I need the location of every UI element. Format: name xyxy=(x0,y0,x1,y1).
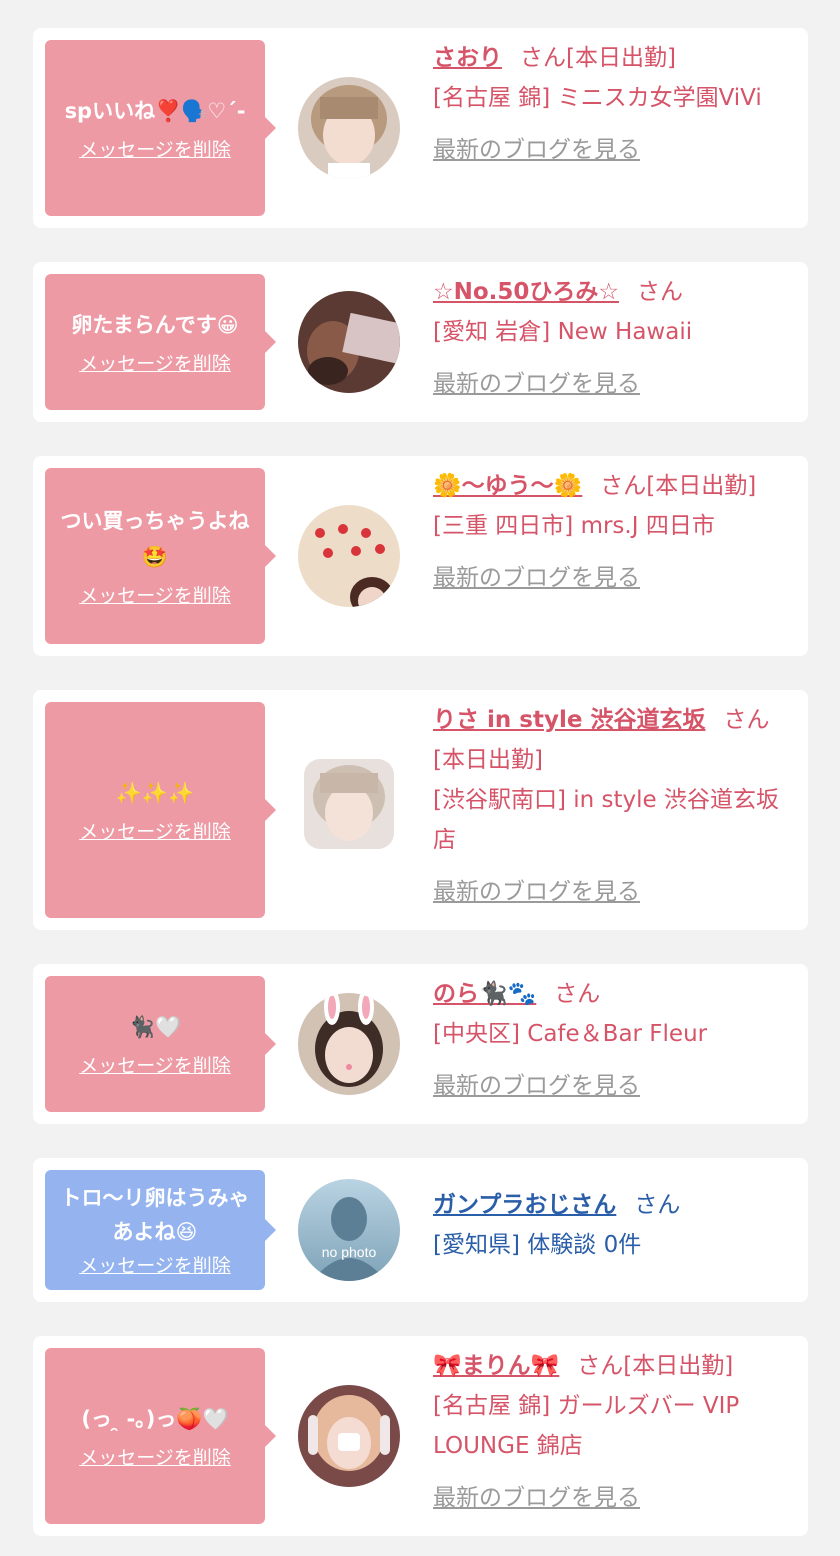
message-card: トロ〜リ卵はうみゃあよね😆 メッセージを削除 no photo ガンプラおじさん… xyxy=(33,1158,808,1302)
sender-name-link[interactable]: 🌼〜ゆう〜🌼 xyxy=(433,473,582,499)
shop-text: [名古屋 錦] ミニスカ女学園ViVi xyxy=(433,85,762,111)
blog-link[interactable]: 最新のブログを見る xyxy=(433,364,798,404)
delete-message-link[interactable]: メッセージを削除 xyxy=(79,583,231,609)
message-text: つい買っちゃうよね🤩 xyxy=(60,509,250,569)
sender-name-link[interactable]: さおり xyxy=(433,45,502,71)
message-text: (っ ̯ -｡)っ🍑🤍 xyxy=(81,1407,229,1431)
message-card: ✨✨✨ メッセージを削除 りさ in style 渋谷道玄坂 さん[本日出勤] [… xyxy=(33,690,808,930)
sender-suffix: さん xyxy=(634,1192,681,1218)
sender-info: ガンプラおじさん さん [愛知県] 体験談 0件 xyxy=(433,1185,798,1265)
message-text: spいいね❣️🗣️♡´- xyxy=(64,99,246,123)
avatar[interactable] xyxy=(298,505,400,607)
avatar[interactable] xyxy=(298,993,400,1095)
avatar[interactable]: no photo xyxy=(298,1179,400,1281)
avatar[interactable] xyxy=(298,77,400,179)
avatar[interactable] xyxy=(304,759,394,849)
delete-message-link[interactable]: メッセージを削除 xyxy=(79,1253,231,1279)
sender-suffix: さん xyxy=(554,981,601,1007)
blog-link[interactable]: 最新のブログを見る xyxy=(433,558,798,598)
message-bubble: トロ〜リ卵はうみゃあよね😆 メッセージを削除 xyxy=(45,1170,276,1290)
blog-link[interactable]: 最新のブログを見る xyxy=(433,872,798,912)
delete-message-link[interactable]: メッセージを削除 xyxy=(79,137,231,163)
message-bubble: 卵たまらんです😀 メッセージを削除 xyxy=(45,274,276,410)
delete-message-link[interactable]: メッセージを削除 xyxy=(79,819,231,845)
message-bubble: 🐈‍⬛🤍 メッセージを削除 xyxy=(45,976,276,1112)
message-card: つい買っちゃうよね🤩 メッセージを削除 🌼〜ゆう〜🌼 さん[本日出勤] [三重 四… xyxy=(33,456,808,656)
message-bubble: (っ ̯ -｡)っ🍑🤍 メッセージを削除 xyxy=(45,1348,276,1524)
shop-text: [愛知 岩倉] New Hawaii xyxy=(433,319,693,345)
message-text: トロ〜リ卵はうみゃあよね😆 xyxy=(60,1186,250,1244)
sender-info: ☆No.50ひろみ☆ さん [愛知 岩倉] New Hawaii 最新のブログを見… xyxy=(433,272,798,404)
message-text: ✨✨✨ xyxy=(115,781,195,805)
message-card: (っ ̯ -｡)っ🍑🤍 メッセージを削除 🎀まりん🎀 さん[本日出勤] [名古屋 … xyxy=(33,1336,808,1536)
delete-message-link[interactable]: メッセージを削除 xyxy=(79,1053,231,1079)
sender-suffix: さん[本日出勤] xyxy=(577,1353,734,1379)
sender-suffix: さん[本日出勤] xyxy=(520,45,676,71)
sender-info: 🌼〜ゆう〜🌼 さん[本日出勤] [三重 四日市] mrs.J 四日市 最新のブログ… xyxy=(433,466,798,598)
sender-name-link[interactable]: ガンプラおじさん xyxy=(433,1192,616,1218)
sender-name-link[interactable]: りさ in style 渋谷道玄坂 xyxy=(433,707,705,733)
message-card: 🐈‍⬛🤍 メッセージを削除 のら🐈‍⬛🐾 さん [中央区] Cafe＆Bar Fl… xyxy=(33,964,808,1124)
shop-text: [渋谷駅南口] in style 渋谷道玄坂店 xyxy=(433,787,779,853)
message-card: 卵たまらんです😀 メッセージを削除 ☆No.50ひろみ☆ さん [愛知 岩倉] N… xyxy=(33,262,808,422)
blog-link[interactable]: 最新のブログを見る xyxy=(433,130,798,170)
message-text: 🐈‍⬛🤍 xyxy=(128,1015,182,1039)
sender-info: のら🐈‍⬛🐾 さん [中央区] Cafe＆Bar Fleur 最新のブログを見る xyxy=(433,974,798,1106)
avatar[interactable] xyxy=(298,1385,400,1487)
sender-info: りさ in style 渋谷道玄坂 さん[本日出勤] [渋谷駅南口] in sty… xyxy=(433,700,798,912)
avatar[interactable] xyxy=(298,291,400,393)
shop-text: [名古屋 錦] ガールズバー VIP LOUNGE 錦店 xyxy=(433,1393,740,1459)
sender-info: 🎀まりん🎀 さん[本日出勤] [名古屋 錦] ガールズバー VIP LOUNGE … xyxy=(433,1346,798,1518)
sender-suffix: さん[本日出勤] xyxy=(600,473,757,499)
sender-suffix: さん xyxy=(637,279,684,305)
blog-link[interactable]: 最新のブログを見る xyxy=(433,1478,798,1518)
shop-text: [愛知県] 体験談 0件 xyxy=(433,1232,642,1258)
delete-message-link[interactable]: メッセージを削除 xyxy=(79,351,231,377)
message-card: spいいね❣️🗣️♡´- メッセージを削除 さおり さん[本日出勤] [名古屋 錦… xyxy=(33,28,808,228)
message-text: 卵たまらんです😀 xyxy=(71,313,239,337)
no-photo-text: no photo xyxy=(322,1244,377,1260)
shop-text: [三重 四日市] mrs.J 四日市 xyxy=(433,513,715,539)
message-bubble: ✨✨✨ メッセージを削除 xyxy=(45,702,276,918)
message-bubble: spいいね❣️🗣️♡´- メッセージを削除 xyxy=(45,40,276,216)
blog-link[interactable]: 最新のブログを見る xyxy=(433,1066,798,1106)
sender-name-link[interactable]: のら🐈‍⬛🐾 xyxy=(433,981,536,1007)
sender-name-link[interactable]: ☆No.50ひろみ☆ xyxy=(433,279,619,305)
delete-message-link[interactable]: メッセージを削除 xyxy=(79,1445,231,1471)
message-bubble: つい買っちゃうよね🤩 メッセージを削除 xyxy=(45,468,276,644)
sender-name-link[interactable]: 🎀まりん🎀 xyxy=(433,1353,559,1379)
sender-info: さおり さん[本日出勤] [名古屋 錦] ミニスカ女学園ViVi 最新のブログを見… xyxy=(433,38,798,170)
shop-text: [中央区] Cafe＆Bar Fleur xyxy=(433,1021,708,1047)
